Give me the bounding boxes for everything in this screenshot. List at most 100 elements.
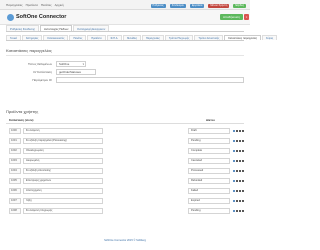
- edit-icon[interactable]: [233, 210, 235, 212]
- row-actions: [233, 209, 244, 213]
- footer-credit[interactable]: SoftOne Connector 2015 © Softberg: [0, 239, 250, 242]
- mapping-table-header: Κατάσταση (store) Δίκτυο: [6, 117, 244, 124]
- move-down-icon[interactable]: [239, 150, 241, 152]
- move-up-icon[interactable]: [236, 130, 238, 132]
- topbar-settings-menu[interactable]: Ρυθμίσεις: [150, 3, 166, 8]
- subtab-vat[interactable]: Φ.Π.Α.: [106, 35, 123, 40]
- row-store-status-input[interactable]: Σε αναμονή: [23, 128, 103, 134]
- subtab-manufacturers[interactable]: Κατασκευαστές: [43, 35, 69, 40]
- move-down-icon[interactable]: [239, 140, 241, 142]
- row-softone-status-select[interactable]: Failed: [188, 188, 230, 194]
- move-up-icon[interactable]: [236, 160, 238, 162]
- row-store-status-input[interactable]: Επιστροφή χρημάτων: [23, 178, 103, 184]
- delete-icon[interactable]: [242, 160, 244, 162]
- row-softone-status-select[interactable]: Pending: [188, 138, 230, 144]
- row-softone-status-select[interactable]: Refunded: [188, 178, 230, 184]
- row-store-status-input[interactable]: Σε αναμονή πληρωμής: [23, 208, 103, 214]
- edit-icon[interactable]: [233, 130, 235, 132]
- delete-icon[interactable]: [242, 150, 244, 152]
- topbar-tools-menu[interactable]: Εργαλεία: [189, 3, 205, 8]
- move-up-icon[interactable]: [236, 210, 238, 212]
- move-up-icon[interactable]: [236, 140, 238, 142]
- status-method-input[interactable]: getOrderStatuses: [56, 69, 96, 75]
- edit-icon[interactable]: [233, 200, 235, 202]
- delete-icon[interactable]: [242, 190, 244, 192]
- row-store-status-input[interactable]: Αποτυχημένη: [23, 188, 103, 194]
- topbar-item-orders[interactable]: Παραγγελίες: [6, 3, 23, 8]
- edit-icon[interactable]: [233, 150, 235, 152]
- row-store-status-input[interactable]: Ολοκληρωμένη: [23, 148, 103, 154]
- move-down-icon[interactable]: [239, 190, 241, 192]
- topbar-user-menu[interactable]: Μενού Χρήστη: [208, 3, 230, 8]
- delete-icon[interactable]: [242, 170, 244, 172]
- move-up-icon[interactable]: [236, 190, 238, 192]
- topbar-item-customers[interactable]: Πελάτες: [41, 3, 52, 8]
- move-down-icon[interactable]: [239, 130, 241, 132]
- table-row: 1001 Σε εξέλιξη παραγγελία (Processing) Pe…: [6, 137, 244, 145]
- row-softone-status-select[interactable]: Processed: [188, 168, 230, 174]
- subtab-orders[interactable]: Παραγγελίες: [142, 35, 164, 40]
- status-method-label: Ο/ Κατάσταση: [33, 70, 52, 74]
- edit-icon[interactable]: [233, 160, 235, 162]
- subtab-countries[interactable]: Χώρες: [261, 35, 278, 40]
- topbar-item-products[interactable]: Προϊόντα: [26, 3, 38, 8]
- move-down-icon[interactable]: [239, 200, 241, 202]
- row-store-status-input[interactable]: Σε εξέλιξη αποστολής: [23, 168, 103, 174]
- row-softone-status-select[interactable]: Pending: [188, 208, 230, 214]
- topbar-item-home[interactable]: Αρχική: [55, 3, 64, 8]
- topbar-logout-button[interactable]: Έξοδος: [233, 3, 246, 8]
- edit-icon[interactable]: [233, 180, 235, 182]
- tab-field-mapping[interactable]: Αντιστοιχίες Πεδίων: [40, 25, 73, 31]
- row-id-field: 1008: [9, 208, 21, 214]
- move-up-icon[interactable]: [236, 150, 238, 152]
- move-up-icon[interactable]: [236, 180, 238, 182]
- move-down-icon[interactable]: [239, 170, 241, 172]
- table-row: 1002 Ολοκληρωμένη Complete: [6, 147, 244, 155]
- row-softone-status-select[interactable]: Canceled: [188, 158, 230, 164]
- move-up-icon[interactable]: [236, 170, 238, 172]
- delete-icon[interactable]: [242, 140, 244, 142]
- connector-icon: [7, 14, 14, 21]
- edit-icon[interactable]: [233, 190, 235, 192]
- row-softone-status-select[interactable]: Expired: [188, 198, 230, 204]
- subtab-customers[interactable]: Πελάτες: [69, 35, 87, 40]
- table-row: 1000 Σε αναμονή Draft: [6, 127, 244, 135]
- subtab-units[interactable]: Μονάδες: [123, 35, 141, 40]
- tab-connection-settings[interactable]: Ρυθμίσεις Σύνδεσης: [6, 25, 39, 31]
- subtab-categories[interactable]: Κατηγορίες: [21, 35, 43, 40]
- row-actions: [233, 129, 244, 133]
- row-actions: [233, 179, 244, 183]
- page-title: SoftOne Connector: [16, 14, 67, 20]
- delete-icon[interactable]: [242, 180, 244, 182]
- edit-icon[interactable]: [233, 140, 235, 142]
- move-up-icon[interactable]: [236, 200, 238, 202]
- row-id-field: 1002: [9, 148, 21, 154]
- column-store-status: Κατάσταση (store): [9, 118, 34, 122]
- row-softone-status-select[interactable]: Draft: [188, 128, 230, 134]
- delete-icon[interactable]: [242, 200, 244, 202]
- row-actions: [233, 169, 244, 173]
- tab-activity-log[interactable]: Καταγραφή Ενεργειών: [73, 25, 110, 31]
- data-type-select[interactable]: SoftOne ▾: [56, 61, 86, 67]
- subtab-products[interactable]: Προϊόντα: [87, 35, 106, 40]
- row-softone-status-select[interactable]: Complete: [188, 148, 230, 154]
- topbar-links-menu[interactable]: Σύνδεσμοι: [169, 3, 186, 8]
- row-store-status-input[interactable]: Λήξη: [23, 198, 103, 204]
- parameters-input[interactable]: [56, 77, 244, 83]
- subtab-order-statuses[interactable]: Καταστάσεις παραγγελίας: [224, 35, 261, 40]
- row-store-status-input[interactable]: Ακυρωμένη: [23, 158, 103, 164]
- row-store-status-input[interactable]: Σε εξέλιξη παραγγελία (Processing): [23, 138, 103, 144]
- page-header: SoftOne Connector Αποθήκευση ×: [0, 10, 250, 25]
- subtab-payment-methods[interactable]: Τρόποι Πληρωμής: [164, 35, 194, 40]
- save-button[interactable]: Αποθήκευση: [219, 14, 243, 20]
- row-actions: [233, 199, 244, 203]
- move-down-icon[interactable]: [239, 180, 241, 182]
- move-down-icon[interactable]: [239, 160, 241, 162]
- delete-icon[interactable]: [242, 130, 244, 132]
- move-down-icon[interactable]: [239, 210, 241, 212]
- delete-icon[interactable]: [242, 210, 244, 212]
- edit-icon[interactable]: [233, 170, 235, 172]
- close-button[interactable]: ×: [244, 14, 249, 20]
- subtab-general[interactable]: Γενικά: [6, 35, 21, 40]
- subtab-shipping-methods[interactable]: Τρόποι Αποστολής: [194, 35, 224, 40]
